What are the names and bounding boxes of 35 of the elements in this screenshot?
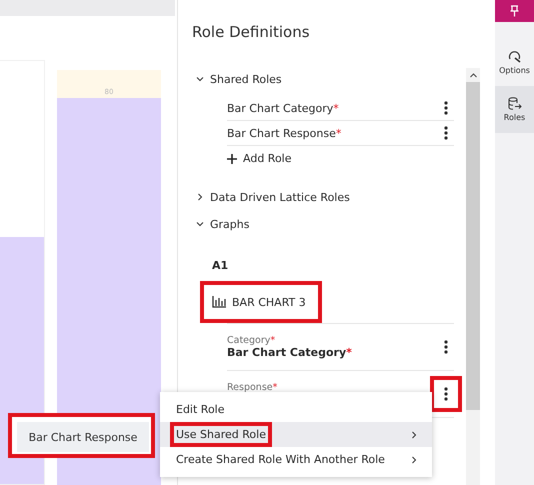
sidebar-tab[interactable]: Options [495,39,534,86]
pin-icon [510,5,519,17]
group-label: A1 [212,259,230,274]
section-header[interactable]: Graphs [196,214,466,234]
shared-role-option[interactable]: Bar Chart Response [17,422,149,452]
sidebar-tab[interactable]: Roles [495,86,534,133]
more-icon [444,340,448,354]
menu-item[interactable]: Edit Role [160,397,432,422]
section-header[interactable]: Data Driven Lattice Roles [196,187,466,207]
chevron-down-icon [196,75,204,83]
role-label: Category* [227,335,276,346]
add-role-button[interactable]: Add Role [227,146,292,171]
chevron-right-icon [410,456,418,464]
more-icon [444,387,448,401]
graph-title: BAR CHART 3 [212,293,310,311]
chevron-right-icon [196,193,204,201]
bar-chart-icon [212,296,226,308]
chevron-down-icon [196,220,204,228]
chevron-right-icon [410,430,418,438]
database-icon [508,97,522,110]
menu-item[interactable]: Use Shared Role [160,422,432,447]
pin-button[interactable] [495,0,534,22]
scroll-up-icon [470,72,476,78]
role-value: Bar Chart Category* [227,346,352,359]
role-name: Bar Chart Category* [227,102,339,114]
more-icon [444,126,448,140]
more-icon [444,101,448,115]
gauge-icon [508,50,522,63]
section-header[interactable]: Shared Roles [196,69,466,89]
panel-title: Role Definitions [192,22,311,42]
role-name: Bar Chart Response* [227,126,342,140]
plus-icon [227,154,237,164]
role-label: Response* [227,382,278,393]
scrollbar[interactable] [466,68,480,485]
menu-item[interactable]: Create Shared Role With Another Role [160,447,432,472]
